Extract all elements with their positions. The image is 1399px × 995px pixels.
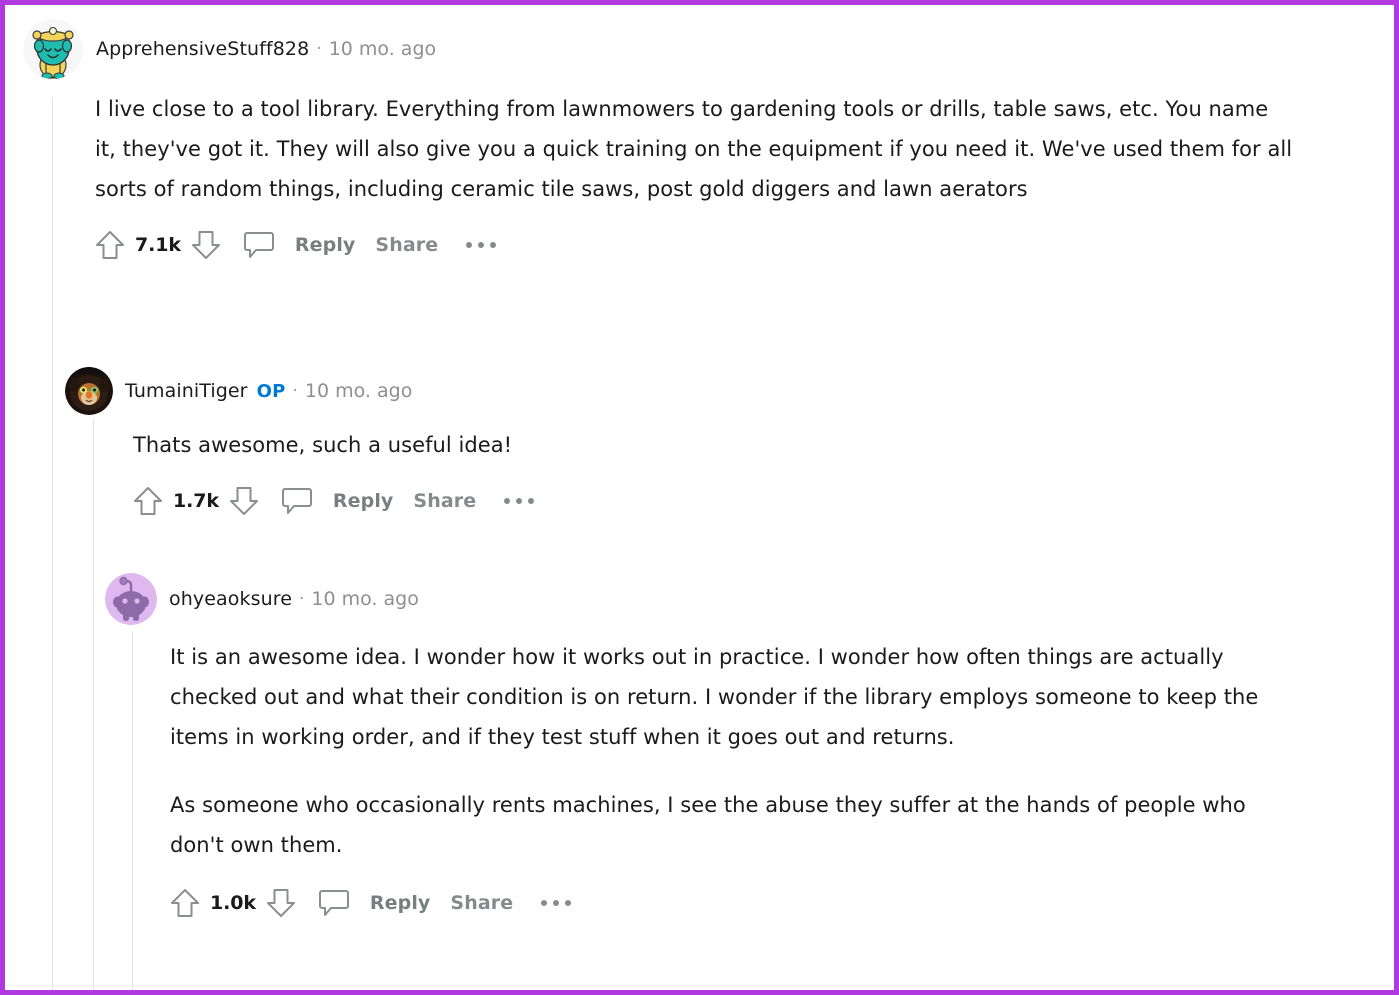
downvote-icon[interactable] — [191, 229, 221, 261]
comment-item: TumainiTiger OP · 10 mo. ago Thats aweso… — [65, 367, 1325, 521]
share-button[interactable]: Share — [450, 892, 513, 914]
upvote-icon[interactable] — [95, 229, 125, 261]
reply-button[interactable]: Reply — [370, 892, 431, 914]
comment-paragraph: I live close to a tool library. Everythi… — [95, 97, 1293, 201]
comment-body: Thats awesome, such a useful idea! — [133, 425, 1283, 465]
vote-group: 1.0k — [170, 887, 296, 919]
more-options-icon[interactable] — [466, 242, 497, 248]
meta-separator: · — [316, 39, 322, 59]
meta-separator: · — [299, 589, 305, 609]
meta-separator: · — [292, 381, 298, 401]
comment-bubble-icon[interactable] — [318, 888, 350, 918]
comment-header: ohyeaoksure · 10 mo. ago — [105, 573, 1325, 625]
comment-item: ohyeaoksure · 10 mo. ago It is an awesom… — [105, 573, 1325, 923]
vote-group: 7.1k — [95, 229, 221, 261]
comment-paragraph: As someone who occasionally rents machin… — [170, 793, 1246, 857]
comment-paragraph: Thats awesome, such a useful idea! — [133, 433, 513, 457]
comment-body: It is an awesome idea. I wonder how it w… — [170, 637, 1290, 865]
comment-actions: 7.1k Reply Share — [95, 225, 1323, 265]
reply-button[interactable]: Reply — [295, 234, 356, 256]
vote-group: 1.7k — [133, 485, 259, 517]
reply-button[interactable]: Reply — [333, 490, 394, 512]
comment-author[interactable]: TumainiTiger — [125, 380, 248, 402]
more-options-icon[interactable] — [541, 900, 572, 906]
vote-score: 1.7k — [173, 490, 219, 512]
downvote-icon[interactable] — [266, 887, 296, 919]
upvote-icon[interactable] — [133, 485, 163, 517]
comment-timestamp: 10 mo. ago — [328, 38, 437, 60]
comment-header: ApprehensiveStuff828 · 10 mo. ago — [23, 19, 1323, 79]
comment-bubble-icon[interactable] — [243, 230, 275, 260]
avatar[interactable] — [23, 19, 83, 79]
page-frame: ApprehensiveStuff828 · 10 mo. ago I live… — [0, 0, 1399, 995]
comment-author[interactable]: ApprehensiveStuff828 — [96, 38, 309, 60]
comment-author[interactable]: ohyeaoksure — [169, 588, 292, 610]
comment-actions: 1.0k Reply Share — [170, 883, 1325, 923]
avatar[interactable] — [65, 367, 113, 415]
snoo-avatar-teal-icon — [23, 19, 83, 79]
comment-paragraph: It is an awesome idea. I wonder how it w… — [170, 645, 1259, 749]
downvote-icon[interactable] — [229, 485, 259, 517]
comment-actions: 1.7k Reply Share — [133, 481, 1325, 521]
snoo-avatar-purple-icon — [105, 573, 157, 625]
comment-body: I live close to a tool library. Everythi… — [95, 89, 1295, 209]
comment-bubble-icon[interactable] — [281, 486, 313, 516]
avatar[interactable] — [105, 573, 157, 625]
share-button[interactable]: Share — [413, 490, 476, 512]
op-badge: OP — [256, 380, 286, 402]
comment-timestamp: 10 mo. ago — [311, 588, 419, 610]
comment-thread: ApprehensiveStuff828 · 10 mo. ago I live… — [5, 5, 1394, 990]
share-button[interactable]: Share — [375, 234, 438, 256]
upvote-icon[interactable] — [170, 887, 200, 919]
vote-score: 1.0k — [210, 892, 256, 914]
vote-score: 7.1k — [135, 234, 181, 256]
comment-timestamp: 10 mo. ago — [304, 380, 413, 402]
lion-photo-avatar-icon — [65, 367, 113, 415]
comment-header: TumainiTiger OP · 10 mo. ago — [65, 367, 1325, 415]
more-options-icon[interactable] — [504, 498, 535, 504]
comment-item: ApprehensiveStuff828 · 10 mo. ago I live… — [23, 19, 1323, 265]
